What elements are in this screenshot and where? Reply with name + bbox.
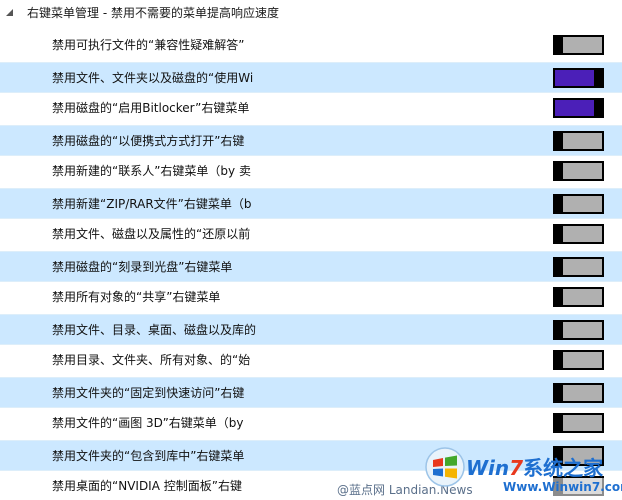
setting-row: 禁用文件夹的“固定到快速访问”右键	[0, 376, 622, 408]
setting-toggle[interactable]	[553, 98, 604, 118]
watermark-url: Www.Winwin7.com	[503, 480, 622, 494]
watermark-brand: Win7系统之家	[466, 452, 603, 481]
setting-row-label: 禁用文件、磁盘以及属性的“还原以前	[52, 227, 251, 241]
setting-row: 禁用所有对象的“共享”右键菜单	[0, 282, 622, 314]
watermark-brand-7: 7	[509, 456, 524, 480]
setting-toggle[interactable]	[553, 256, 604, 277]
setting-row: 禁用新建的“联系人”右键菜单（by 卖	[0, 156, 622, 188]
setting-row-label: 禁用磁盘的“以便携式方式打开”右键	[52, 133, 245, 148]
setting-row-label: 禁用目录、文件夹、所有对象、的“始	[52, 353, 251, 367]
toggle-knob	[553, 193, 563, 214]
setting-row-label: 禁用新建“ZIP/RAR文件”右键菜单（b	[52, 196, 252, 211]
toggle-knob	[553, 130, 563, 151]
setting-toggle[interactable]	[553, 35, 604, 55]
setting-toggle[interactable]	[553, 287, 604, 307]
setting-toggle[interactable]	[553, 319, 604, 340]
toggle-knob	[553, 350, 563, 370]
setting-row: 禁用可执行文件的“兼容性疑难解答”	[0, 30, 622, 62]
settings-page: 右键菜单管理 - 禁用不需要的菜单提高响应速度 禁用可执行文件的“兼容性疑难解答…	[0, 0, 622, 500]
setting-toggle[interactable]	[553, 224, 604, 244]
collapse-triangle-icon[interactable]	[5, 7, 15, 17]
setting-row-label: 禁用文件、文件夹以及磁盘的“使用Wi	[52, 70, 254, 85]
setting-row: 禁用磁盘的“以便携式方式打开”右键	[0, 124, 622, 156]
setting-toggle[interactable]	[553, 130, 604, 151]
toggle-knob	[553, 224, 563, 244]
setting-row-label: 禁用新建的“联系人”右键菜单（by 卖	[52, 164, 251, 178]
toggle-knob	[594, 67, 604, 88]
setting-toggle[interactable]	[553, 350, 604, 370]
setting-toggle[interactable]	[553, 413, 604, 433]
toggle-knob	[553, 35, 563, 55]
setting-row-label: 禁用文件夹的“包含到库中”右键菜单	[52, 448, 245, 463]
setting-row-label: 禁用磁盘的“刻录到光盘”右键菜单	[52, 259, 233, 274]
win7-logo-icon	[425, 447, 465, 487]
setting-row-label: 禁用磁盘的“启用Bitlocker”右键菜单	[52, 101, 250, 115]
setting-row-label: 禁用文件夹的“固定到快速访问”右键	[52, 385, 245, 400]
setting-row-label: 禁用文件的“画图 3D”右键菜单（by	[52, 416, 244, 430]
setting-toggle[interactable]	[553, 67, 604, 88]
watermark-brand-cn: 系统之家	[523, 456, 604, 480]
section-title: 右键菜单管理 - 禁用不需要的菜单提高响应速度	[27, 6, 279, 20]
toggle-knob	[553, 382, 563, 403]
setting-row: 禁用文件、文件夹以及磁盘的“使用Wi	[0, 61, 622, 93]
settings-list: 禁用可执行文件的“兼容性疑难解答” 禁用文件、文件夹以及磁盘的“使用Wi 禁用磁盘的…	[0, 30, 622, 500]
setting-toggle[interactable]	[553, 193, 604, 214]
toggle-knob	[553, 287, 563, 307]
toggle-knob	[553, 161, 563, 181]
setting-toggle[interactable]	[553, 382, 604, 403]
toggle-knob	[594, 98, 604, 118]
setting-row-label: 禁用文件、目录、桌面、磁盘以及库的	[52, 322, 257, 337]
setting-row-label: 禁用桌面的“NVIDIA 控制面板”右键	[52, 479, 242, 493]
toggle-knob	[553, 413, 563, 433]
setting-row: 禁用新建“ZIP/RAR文件”右键菜单（b	[0, 187, 622, 219]
setting-row-label: 禁用所有对象的“共享”右键菜单	[52, 290, 221, 304]
setting-row-label: 禁用可执行文件的“兼容性疑难解答”	[52, 38, 245, 52]
setting-row: 禁用磁盘的“启用Bitlocker”右键菜单	[0, 93, 622, 125]
setting-row: 禁用目录、文件夹、所有对象、的“始	[0, 345, 622, 377]
setting-toggle[interactable]	[553, 161, 604, 181]
setting-row: 禁用文件的“画图 3D”右键菜单（by	[0, 408, 622, 440]
section-header[interactable]: 右键菜单管理 - 禁用不需要的菜单提高响应速度	[0, 0, 622, 24]
setting-row: 禁用磁盘的“刻录到光盘”右键菜单	[0, 250, 622, 282]
setting-row: 禁用文件、磁盘以及属性的“还原以前	[0, 219, 622, 251]
toggle-knob	[553, 319, 563, 340]
toggle-knob	[553, 256, 563, 277]
watermark-brand-win: Win	[466, 456, 510, 480]
setting-row: 禁用文件、目录、桌面、磁盘以及库的	[0, 313, 622, 345]
